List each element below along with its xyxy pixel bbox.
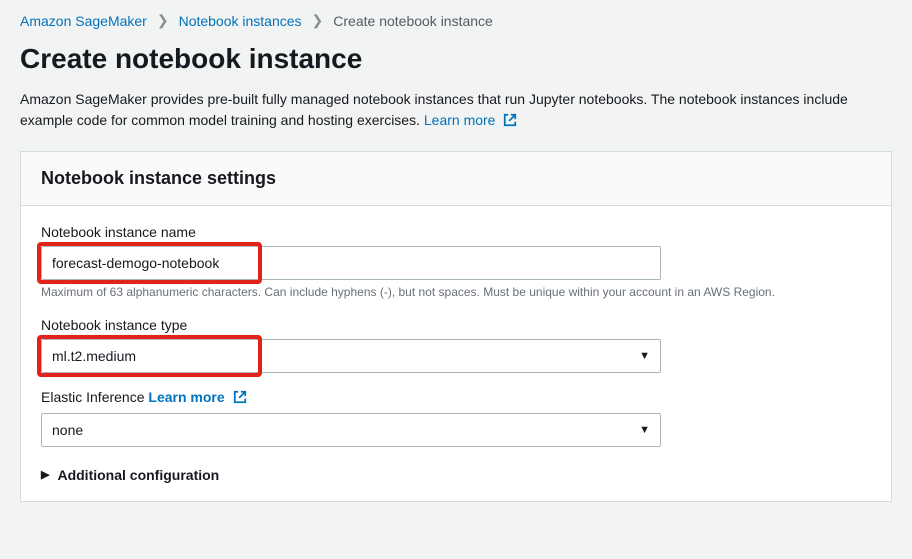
notebook-name-hint: Maximum of 63 alphanumeric characters. C… <box>41 284 871 301</box>
notebook-name-input[interactable]: forecast-demogo-notebook <box>41 246 661 280</box>
breadcrumb-root[interactable]: Amazon SageMaker <box>20 13 147 29</box>
page-header: Create notebook instance <box>0 37 912 89</box>
triangle-right-icon: ▶ <box>41 468 49 481</box>
notebook-name-value: forecast-demogo-notebook <box>52 255 219 271</box>
settings-panel-header: Notebook instance settings <box>21 152 891 206</box>
notebook-type-label: Notebook instance type <box>41 317 871 333</box>
notebook-type-select[interactable]: ml.t2.medium ▼ <box>41 339 661 373</box>
notebook-type-value: ml.t2.medium <box>52 348 136 364</box>
page-intro: Amazon SageMaker provides pre-built full… <box>0 89 912 151</box>
notebook-name-label: Notebook instance name <box>41 224 871 240</box>
page-title: Create notebook instance <box>20 43 892 75</box>
elastic-learn-more-link[interactable]: Learn more <box>148 389 246 405</box>
breadcrumb-mid[interactable]: Notebook instances <box>179 13 302 29</box>
breadcrumb-current: Create notebook instance <box>333 13 493 29</box>
external-link-icon <box>233 390 247 407</box>
elastic-inference-label: Elastic Inference Learn more <box>41 389 871 407</box>
chevron-right-icon: ❯ <box>312 12 324 29</box>
settings-panel-body: Notebook instance name forecast-demogo-n… <box>21 206 891 501</box>
additional-configuration-label: Additional configuration <box>57 467 219 483</box>
field-elastic-inference: Elastic Inference Learn more none ▼ <box>41 389 871 447</box>
field-notebook-name: Notebook instance name forecast-demogo-n… <box>41 224 871 301</box>
elastic-inference-select[interactable]: none ▼ <box>41 413 661 447</box>
learn-more-link[interactable]: Learn more <box>424 112 517 128</box>
elastic-inference-value: none <box>52 422 83 438</box>
caret-down-icon: ▼ <box>639 350 650 362</box>
settings-panel-title: Notebook instance settings <box>41 168 871 189</box>
chevron-right-icon: ❯ <box>157 12 169 29</box>
caret-down-icon: ▼ <box>639 424 650 436</box>
field-notebook-type: Notebook instance type ml.t2.medium ▼ <box>41 317 871 373</box>
external-link-icon <box>503 112 517 133</box>
breadcrumb: Amazon SageMaker ❯ Notebook instances ❯ … <box>0 0 912 37</box>
additional-configuration-expander[interactable]: ▶ Additional configuration <box>41 463 871 487</box>
settings-panel: Notebook instance settings Notebook inst… <box>20 151 892 502</box>
